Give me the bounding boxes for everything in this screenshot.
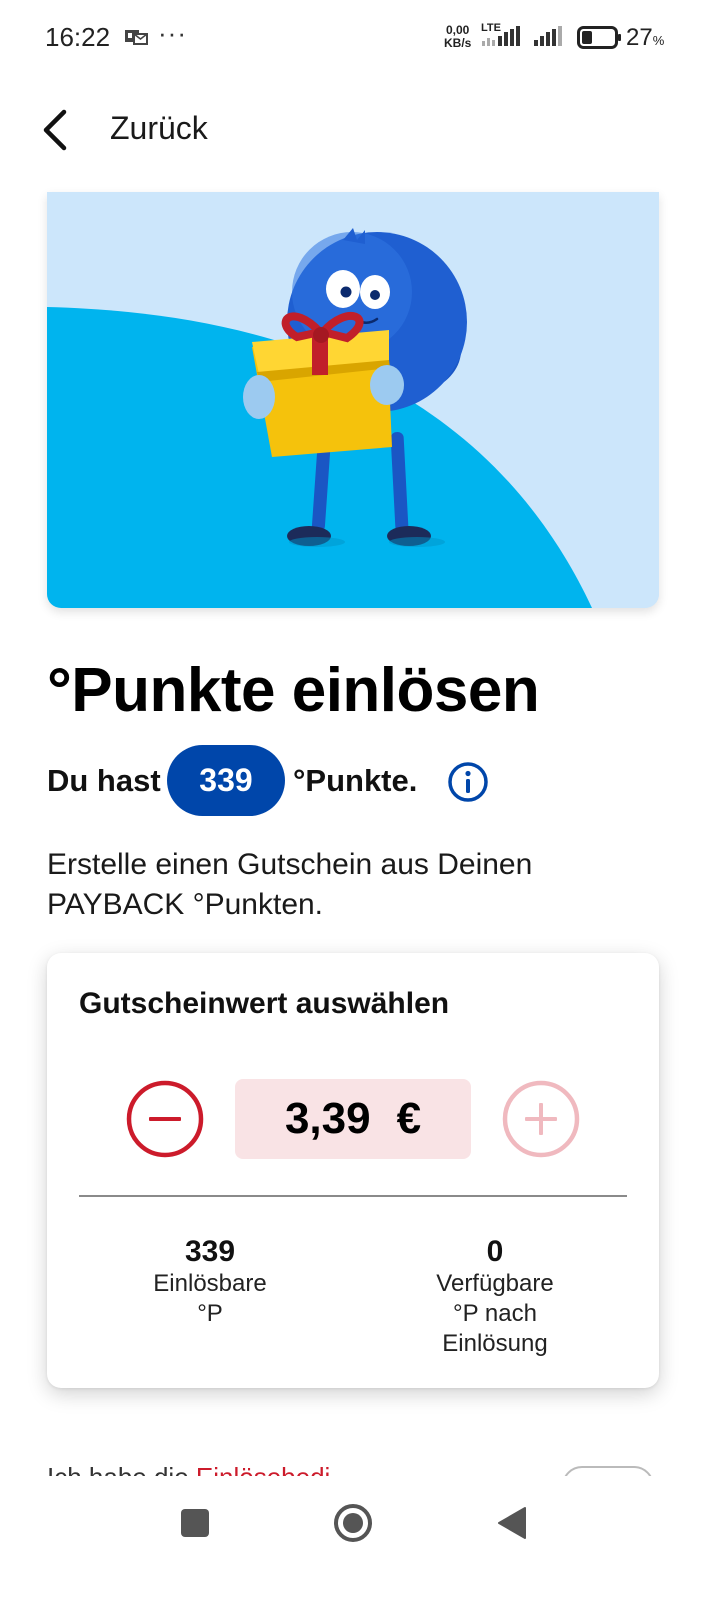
terms-toggle[interactable] <box>562 1466 654 1476</box>
home-icon[interactable] <box>333 1503 373 1543</box>
remaining-points-value: 0 <box>486 1235 504 1268</box>
redeemable-points-stat: 339 Einlösbare °P <box>100 1235 320 1329</box>
redeemable-points-value: 339 <box>184 1235 236 1268</box>
system-nav-bar <box>0 1476 720 1600</box>
description-text: Erstelle einen Gutschein aus Deinen PAYB… <box>47 848 533 921</box>
voucher-value-card: Gutscheinwert auswählen 3,39 € 339 Einlö… <box>47 953 659 1388</box>
signal-icon-2 <box>534 26 562 46</box>
more-dots-icon: ··· <box>158 18 187 48</box>
signal-icon <box>482 26 520 46</box>
notification-icon <box>125 30 148 45</box>
info-icon[interactable] <box>447 761 489 803</box>
redeemable-points-label: Einlösbare °P <box>153 1270 267 1327</box>
back-button[interactable]: Zurück <box>110 110 208 147</box>
hero-illustration <box>47 192 659 608</box>
net-speed: 0,00 KB/s <box>444 23 472 50</box>
card-title: Gutscheinwert auswählen <box>79 987 450 1020</box>
increase-button[interactable] <box>501 1079 581 1159</box>
currency-symbol: € <box>396 1094 422 1143</box>
remaining-points-stat: 0 Verfügbare °P nach Einlösung <box>385 1235 605 1359</box>
terms-text: Ich habe die Einlösebedi <box>47 1462 330 1476</box>
status-bar: 16:22 ··· 0,00 KB/s LTE 27% <box>0 0 720 78</box>
mascot-gift-illustration <box>47 192 659 608</box>
nav-back-icon[interactable] <box>497 1506 527 1540</box>
voucher-amount: 3,39 <box>284 1094 371 1143</box>
status-time: 16:22 <box>45 22 111 52</box>
back-arrow-icon[interactable] <box>36 108 76 152</box>
points-badge: 339 <box>167 745 285 816</box>
remaining-points-label: Verfügbare °P nach Einlösung <box>436 1270 554 1357</box>
voucher-amount-display: 3,39 € <box>235 1079 471 1159</box>
terms-row: Ich habe die Einlösebedi <box>47 1462 667 1476</box>
points-prefix: Du hast <box>47 763 161 798</box>
top-bar: Zurück <box>0 90 720 170</box>
page-title: °Punkte einlösen <box>47 656 540 725</box>
battery-percent: 27% <box>626 24 665 51</box>
points-balance-row: Du hast 339 °Punkte. <box>47 745 667 817</box>
recent-apps-icon[interactable] <box>180 1508 210 1538</box>
terms-link[interactable]: Einlösebedi <box>196 1462 330 1476</box>
points-suffix: °Punkte. <box>293 763 418 798</box>
decrease-button[interactable] <box>125 1079 205 1159</box>
card-divider <box>79 1195 627 1197</box>
battery-icon <box>577 26 621 49</box>
